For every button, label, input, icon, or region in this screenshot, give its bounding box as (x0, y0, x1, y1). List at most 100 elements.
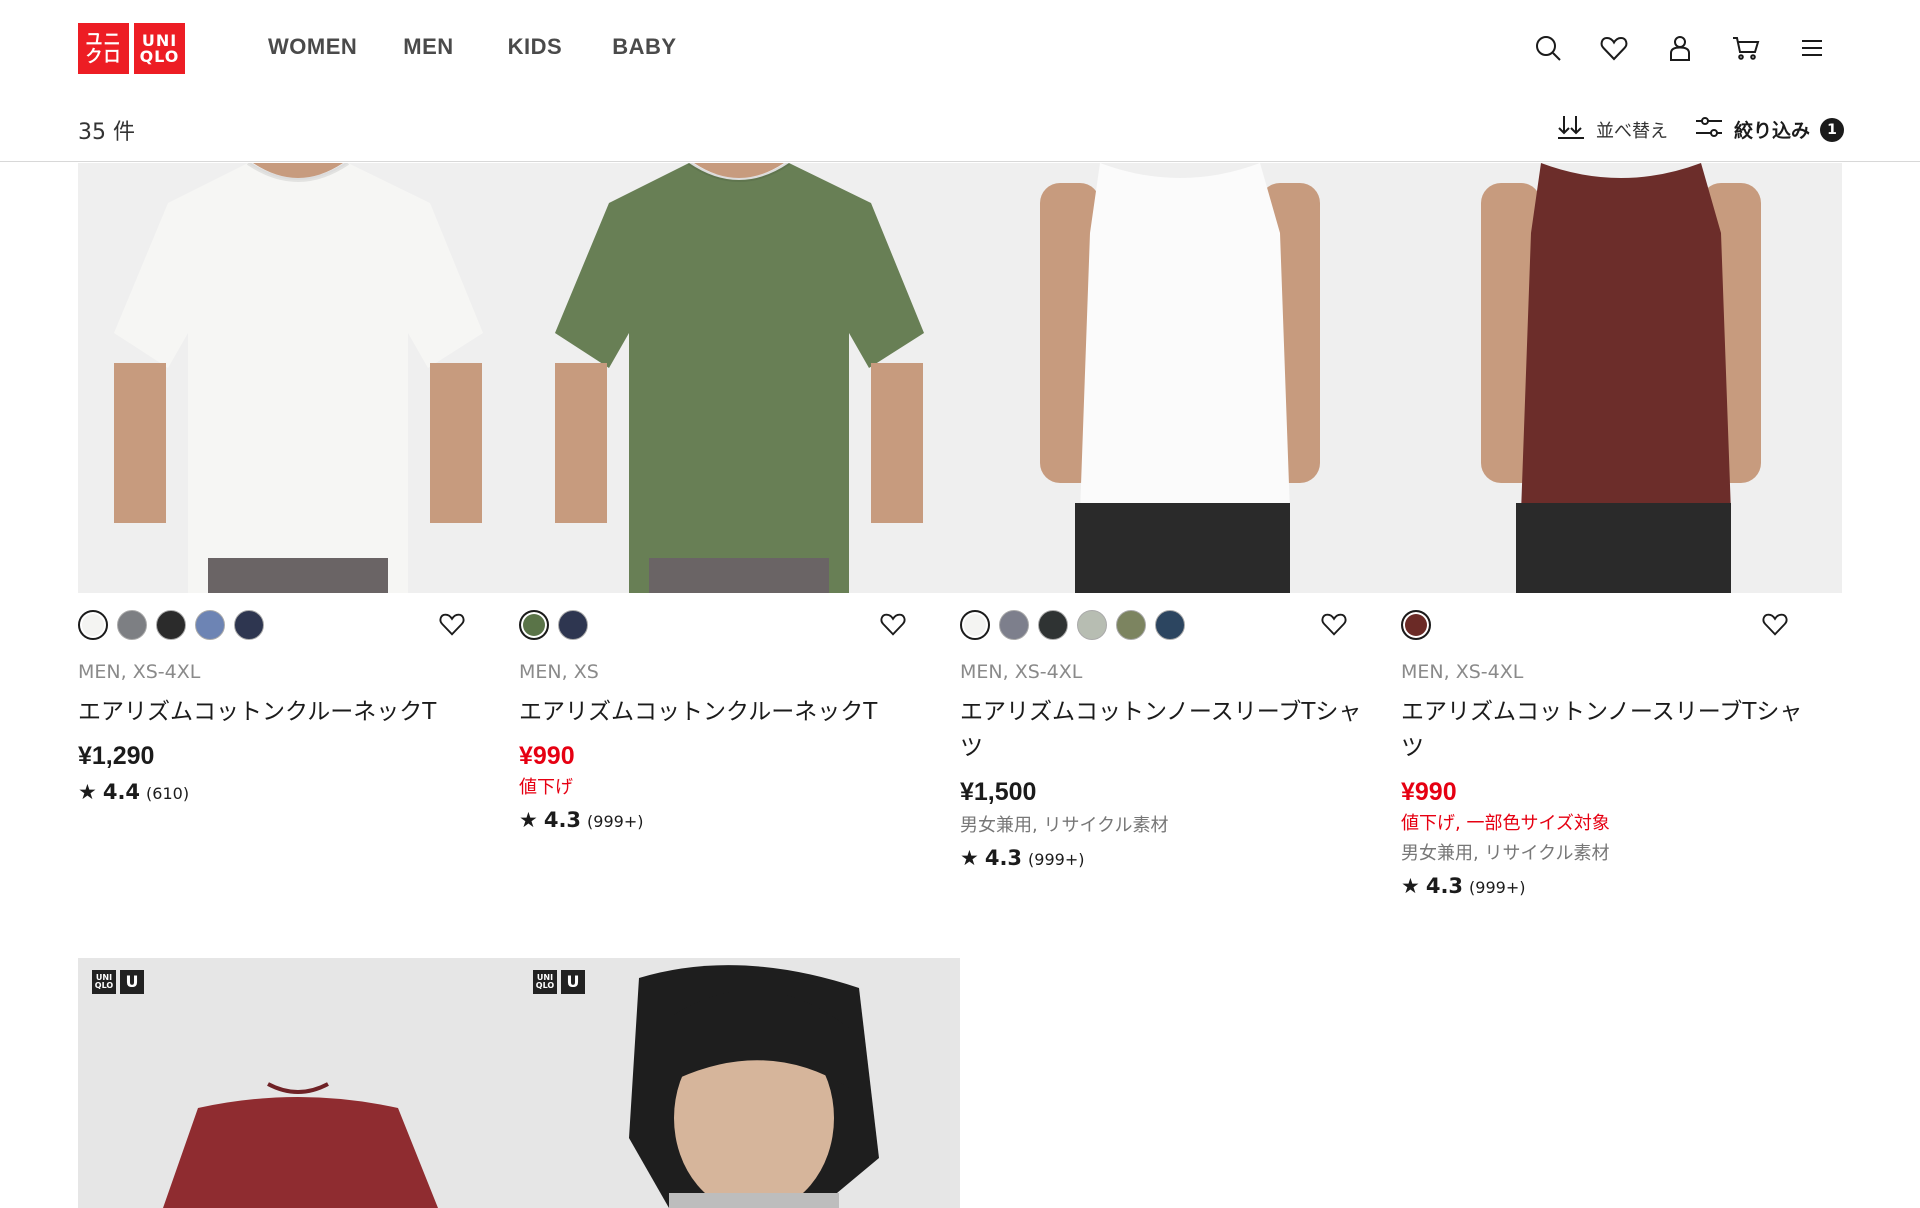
color-swatch-row (519, 610, 960, 644)
product-card[interactable]: MEN, XS-4XL エアリズムコットンクルーネックT ¥1,290 ★ 4.4 (61… (78, 163, 519, 804)
product-rating: ★ 4.3 (999+) (1401, 872, 1821, 902)
product-card[interactable]: MEN, XS-4XL エアリズムコットンノースリーブTシャツ ¥1,500 男女兼用… (960, 163, 1401, 870)
logo-kana-box: ユニ クロ (78, 23, 129, 74)
uniqlo-tag-icon: UNI QLO (92, 970, 116, 994)
filter-icon (1694, 114, 1724, 145)
product-name[interactable]: エアリズムコットンクルーネックT (519, 694, 939, 730)
product-rating: ★ 4.3 (999+) (519, 806, 939, 836)
product-meta: MEN, XS エアリズムコットンクルーネックT ¥990 値下げ ★ 4.3 (999+) (519, 660, 939, 836)
uniqlo-tag-icon: UNI QLO (533, 970, 557, 994)
results-toolbar: 35 件 並べ替え 絞り込み 1 (0, 96, 1920, 162)
cart-icon[interactable] (1728, 30, 1764, 66)
color-swatch[interactable] (234, 610, 264, 640)
sort-button[interactable]: 並べ替え (1556, 114, 1668, 145)
product-price: ¥990 (519, 742, 575, 770)
filter-button[interactable]: 絞り込み 1 (1694, 114, 1845, 145)
main-nav: WOMEN MEN KIDS BABY (268, 34, 677, 60)
product-meta: MEN, XS-4XL エアリズムコットンクルーネックT ¥1,290 ★ 4.4 (61… (78, 660, 498, 808)
product-name[interactable]: エアリズムコットンクルーネックT (78, 694, 498, 730)
product-meta: MEN, XS-4XL エアリズムコットンノースリーブTシャツ ¥1,500 男女兼用… (960, 660, 1380, 874)
product-price: ¥990 (1401, 778, 1457, 806)
color-swatch[interactable] (78, 610, 108, 640)
uniqlo-logo[interactable]: ユニ クロ UNI QLO (78, 23, 185, 74)
product-name[interactable]: エアリズムコットンノースリーブTシャツ (960, 694, 1380, 766)
nav-baby[interactable]: BABY (612, 34, 676, 60)
review-count: (999+) (587, 812, 644, 831)
gender-size: MEN, XS-4XL (960, 661, 1083, 683)
logo-kana-bottom: クロ (85, 46, 122, 67)
product-name[interactable]: エアリズムコットンノースリーブTシャツ (1401, 694, 1821, 766)
star-icon: ★ (1401, 874, 1420, 898)
product-note: 男女兼用, リサイクル素材 (960, 815, 1169, 836)
favorite-heart-icon[interactable] (438, 610, 468, 640)
logo-latin-bottom: QLO (139, 46, 180, 66)
favorite-heart-icon[interactable] (879, 610, 909, 640)
rating-value: 4.3 (984, 846, 1023, 870)
product-image[interactable] (1401, 163, 1842, 593)
menu-icon[interactable] (1794, 30, 1830, 66)
product-image[interactable]: UNI QLO U (78, 958, 519, 1208)
result-count: 35 件 (78, 120, 135, 145)
uniqlo-u-tag-icon: U (120, 970, 144, 994)
color-swatch[interactable] (156, 610, 186, 640)
sort-icon (1556, 114, 1586, 145)
review-count: (999+) (1028, 850, 1085, 869)
product-image[interactable] (960, 163, 1401, 593)
color-swatch[interactable] (195, 610, 225, 640)
rating-value: 4.3 (1425, 874, 1464, 898)
logo-kana-top: ユニ (85, 29, 122, 50)
color-swatch-row (1401, 610, 1842, 644)
product-image[interactable] (519, 163, 960, 593)
product-rating: ★ 4.3 (999+) (960, 844, 1380, 874)
star-icon: ★ (519, 808, 538, 832)
color-swatch[interactable] (117, 610, 147, 640)
nav-kids[interactable]: KIDS (508, 34, 563, 60)
search-icon[interactable] (1530, 30, 1566, 66)
uniqlo-u-tag-icon: U (561, 970, 585, 994)
color-swatch-row (960, 610, 1401, 644)
product-image[interactable]: UNI QLO U (519, 958, 960, 1208)
product-note: 男女兼用, リサイクル素材 (1401, 843, 1610, 864)
site-header: ユニ クロ UNI QLO WOMEN MEN KIDS BABY (0, 0, 1920, 96)
product-card[interactable]: UNI QLO U (519, 958, 960, 1208)
nav-men[interactable]: MEN (403, 34, 453, 60)
gender-size: MEN, XS (519, 661, 599, 683)
review-count: (999+) (1469, 878, 1526, 897)
heart-icon[interactable] (1596, 30, 1632, 66)
color-swatch[interactable] (999, 610, 1029, 640)
rating-value: 4.4 (102, 780, 141, 804)
gender-size: MEN, XS-4XL (1401, 661, 1524, 683)
header-icons (1530, 30, 1830, 66)
color-swatch[interactable] (960, 610, 990, 640)
color-swatch[interactable] (519, 610, 549, 640)
product-meta: MEN, XS-4XL エアリズムコットンノースリーブTシャツ ¥990 値下げ, 一… (1401, 660, 1821, 902)
star-icon: ★ (960, 846, 979, 870)
favorite-heart-icon[interactable] (1320, 610, 1350, 640)
gender-size: MEN, XS-4XL (78, 661, 201, 683)
color-swatch[interactable] (1077, 610, 1107, 640)
product-price: ¥1,290 (78, 742, 155, 770)
tag-bottom-text: QLO (94, 981, 114, 990)
rating-value: 4.3 (543, 808, 582, 832)
filter-label: 絞り込み (1734, 120, 1811, 142)
brand-tags: UNI QLO U (92, 970, 144, 994)
nav-women[interactable]: WOMEN (268, 34, 357, 60)
favorite-heart-icon[interactable] (1761, 610, 1791, 640)
tag-bottom-text: QLO (535, 981, 555, 990)
price-flag: 値下げ (519, 777, 573, 798)
color-swatch[interactable] (1401, 610, 1431, 640)
product-image[interactable] (78, 163, 519, 593)
review-count: (610) (146, 784, 190, 803)
color-swatch[interactable] (1116, 610, 1146, 640)
product-card[interactable]: MEN, XS-4XL エアリズムコットンノースリーブTシャツ ¥990 値下げ, 一… (1401, 163, 1842, 898)
color-swatch-row (78, 610, 519, 644)
color-swatch[interactable] (558, 610, 588, 640)
product-card[interactable]: UNI QLO U (78, 958, 519, 1208)
user-icon[interactable] (1662, 30, 1698, 66)
sort-label: 並べ替え (1596, 120, 1668, 142)
product-card[interactable]: MEN, XS エアリズムコットンクルーネックT ¥990 値下げ ★ 4.3 (999+) (519, 163, 960, 832)
logo-latin-box: UNI QLO (134, 23, 185, 74)
color-swatch[interactable] (1155, 610, 1185, 640)
color-swatch[interactable] (1038, 610, 1068, 640)
product-rating: ★ 4.4 (610) (78, 778, 498, 808)
